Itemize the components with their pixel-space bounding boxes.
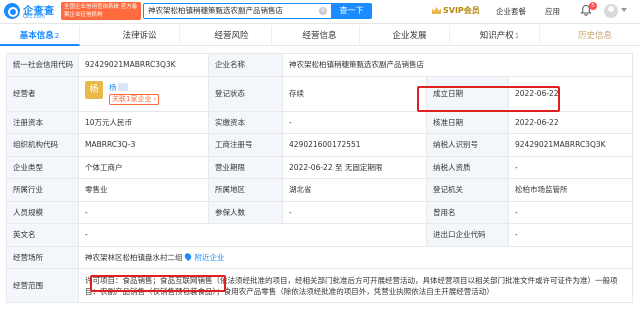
tab-label: 知识产权 <box>479 31 514 41</box>
tab-ip[interactable]: 知识产权1 <box>460 26 540 46</box>
table-row: 企业类型 个体工商户 营业期限 2022-06-22 至 无固定期限 纳税人资质… <box>6 155 634 179</box>
org-code-label: 组织机构代码 <box>6 133 79 157</box>
chevron-down-icon[interactable] <box>621 8 627 12</box>
tagline-badge: 全国企业信用查询系统 官方备案企业征信机构 <box>61 2 141 20</box>
scope-label: 经营范围 <box>6 268 79 303</box>
section-tabs: 基本信息2 法律诉讼 经营风险 经营信息 企业发展 知识产权1 历史信息 <box>0 26 640 46</box>
svip-link[interactable]: SVIP会员 <box>432 5 480 16</box>
related-companies-link[interactable]: 关联1家企业 › <box>109 93 160 105</box>
qcc-logo-icon[interactable] <box>4 3 20 19</box>
approved-date-label: 核准日期 <box>426 110 509 134</box>
former-name-value: - <box>507 200 634 224</box>
industry-value: 零售业 <box>78 178 209 202</box>
search-button[interactable]: 查一下 <box>331 3 372 19</box>
tab-basic-info[interactable]: 基本信息2 <box>0 26 80 46</box>
staff-value: - <box>78 200 209 224</box>
map-pin-icon[interactable] <box>182 251 193 261</box>
logo-sub: Qcc.com <box>23 14 45 20</box>
taxpayer-qual-label: 纳税人资质 <box>426 155 509 179</box>
taxpayer-qual-value: - <box>507 155 634 179</box>
tab-label: 基本信息 <box>19 31 54 41</box>
top-header: 企查查 Qcc.com 全国企业信用查询系统 官方备案企业征信机构 神农架松柏镇… <box>0 0 640 24</box>
reg-status-value: 存续 <box>282 75 427 112</box>
clear-search-icon[interactable]: × <box>319 7 327 15</box>
tab-label: 经营信息 <box>302 31 337 41</box>
approved-date-value: 2022-06-22 <box>507 110 634 134</box>
user-avatar[interactable] <box>604 4 618 18</box>
svip-label: SVIP会员 <box>443 6 480 15</box>
masked-name <box>117 82 128 91</box>
operator-cell: 杨 杨 关联1家企业 › <box>78 75 209 112</box>
paid-capital-value: - <box>282 110 427 134</box>
founded-label: 成立日期 <box>426 75 509 112</box>
table-row: 经营范围 许可项目：食品销售；食品互联网销售（依法须经批准的项目，经相关部门批准… <box>6 268 634 303</box>
paid-capital-label: 实缴资本 <box>208 110 283 134</box>
operator-avatar: 杨 <box>85 80 103 99</box>
tab-label: 历史信息 <box>577 31 612 41</box>
table-row: 经营者 杨 杨 关联1家企业 › 登记状态 存续 成立日期 2022-06-22 <box>6 75 634 112</box>
tab-operation[interactable]: 经营信息 <box>280 26 360 46</box>
biz-reg-value: 429021600172551 <box>282 133 427 157</box>
tab-history[interactable]: 历史信息 <box>550 26 640 46</box>
insured-label: 参保人数 <box>208 200 283 224</box>
tab-development[interactable]: 企业发展 <box>370 26 450 46</box>
reg-capital-label: 注册资本 <box>6 110 79 134</box>
term-value: 2022-06-22 至 无固定期限 <box>282 155 427 179</box>
address-cell: 神农架林区松柏镇盘水村二组 附近企业 <box>77 245 634 269</box>
operator-name: 杨 <box>109 82 117 92</box>
authority-label: 登记机关 <box>426 178 509 202</box>
industry-label: 所属行业 <box>6 178 79 202</box>
basic-info-table: 统一社会信用代码 92429021MABRRC3Q3K 企业名称 神农架松柏镇稍… <box>6 53 634 303</box>
table-row: 组织机构代码 MABRRC3Q-3 工商注册号 429021600172551 … <box>6 133 634 157</box>
taxpayer-id-value: 92429021MABRRC3Q3K <box>507 133 634 157</box>
import-code-label: 进出口企业代码 <box>426 223 509 247</box>
address-label: 经营场所 <box>6 245 79 269</box>
taxpayer-id-label: 纳税人识别号 <box>426 133 509 157</box>
reg-status-label: 登记状态 <box>208 75 283 112</box>
table-row: 经营场所 神农架林区松柏镇盘水村二组 附近企业 <box>6 245 634 269</box>
table-row: 人员规模 - 参保人数 - 曾用名 - <box>6 200 634 224</box>
reg-capital-value: 10万元人民币 <box>78 110 209 134</box>
enterprise-plan-link[interactable]: 企业套餐 <box>496 6 526 17</box>
tab-label: 经营风险 <box>214 31 249 41</box>
tab-count: 1 <box>514 32 520 40</box>
term-label: 营业期限 <box>208 155 283 179</box>
company-type-value: 个体工商户 <box>78 155 209 179</box>
company-name-value: 神农架松柏镇稍穗策甄选农副产品销售店 <box>281 53 634 77</box>
tab-count: 2 <box>54 32 60 40</box>
credit-code-label: 统一社会信用代码 <box>6 53 79 77</box>
nearby-companies-link[interactable]: 附近企业 <box>195 253 225 262</box>
table-row: 注册资本 10万元人民币 实缴资本 - 核准日期 2022-06-22 <box>6 110 634 134</box>
en-name-value: - <box>78 223 427 247</box>
org-code-value: MABRRC3Q-3 <box>78 133 209 157</box>
import-code-value: - <box>507 223 634 247</box>
biz-reg-label: 工商注册号 <box>208 133 283 157</box>
notification-badge: 5 <box>589 2 597 10</box>
tab-label: 法律诉讼 <box>122 31 157 41</box>
tab-label: 企业发展 <box>392 31 427 41</box>
operator-name-link[interactable]: 杨 <box>109 82 128 93</box>
former-name-label: 曾用名 <box>426 200 509 224</box>
tab-risk[interactable]: 经营风险 <box>192 26 272 46</box>
apps-link[interactable]: 应用 <box>545 6 560 17</box>
search-input[interactable]: 神农架松柏镇稍穗策甄选农副产品销售店 <box>143 3 331 19</box>
insured-value: - <box>282 200 427 224</box>
company-name-label: 企业名称 <box>208 53 283 77</box>
company-type-label: 企业类型 <box>6 155 79 179</box>
authority-value: 松柏市场监管所 <box>507 178 634 202</box>
en-name-label: 英文名 <box>6 223 79 247</box>
region-value: 湖北省 <box>282 178 427 202</box>
crown-icon <box>432 7 441 14</box>
address-value: 神农架林区松柏镇盘水村二组 <box>85 252 183 262</box>
scope-value: 许可项目：食品销售；食品互联网销售（依法须经批准的项目，经相关部门批准后方可开展… <box>77 268 634 303</box>
region-label: 所属地区 <box>208 178 283 202</box>
table-row: 统一社会信用代码 92429021MABRRC3Q3K 企业名称 神农架松柏镇稍… <box>6 53 634 77</box>
operator-label: 经营者 <box>6 75 79 112</box>
credit-code-value: 92429021MABRRC3Q3K <box>78 53 209 77</box>
staff-label: 人员规模 <box>6 200 79 224</box>
table-row: 英文名 - 进出口企业代码 - <box>6 223 634 247</box>
tab-legal[interactable]: 法律诉讼 <box>100 26 180 46</box>
table-row: 所属行业 零售业 所属地区 湖北省 登记机关 松柏市场监管所 <box>6 178 634 202</box>
founded-value: 2022-06-22 <box>507 75 634 112</box>
